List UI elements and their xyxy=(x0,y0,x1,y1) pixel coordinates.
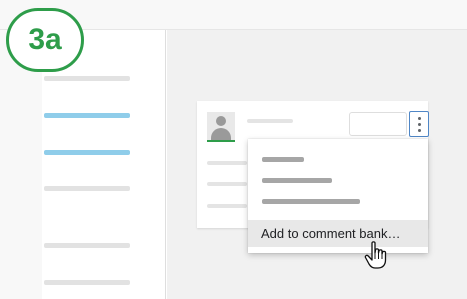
add-to-comment-bank-item[interactable]: Add to comment bank… xyxy=(248,220,428,247)
sidebar-item[interactable] xyxy=(44,76,130,81)
sidebar-item[interactable] xyxy=(44,243,130,248)
sidebar-item-active[interactable] xyxy=(44,150,130,155)
sidebar-item-active[interactable] xyxy=(44,113,130,118)
card-text-placeholder xyxy=(207,204,247,208)
student-name-placeholder xyxy=(247,119,293,123)
hand-pointer-icon xyxy=(364,241,387,269)
grade-input[interactable] xyxy=(349,112,407,136)
menu-item-placeholder[interactable] xyxy=(262,178,332,183)
sidebar-item[interactable] xyxy=(44,186,130,191)
card-text-placeholder xyxy=(207,161,247,165)
sidebar-item[interactable] xyxy=(44,280,130,285)
menu-item-placeholder[interactable] xyxy=(262,199,360,204)
more-vert-icon[interactable] xyxy=(409,111,429,137)
avatar-status-bar xyxy=(207,140,235,142)
card-text-placeholder xyxy=(207,182,247,186)
person-avatar-icon xyxy=(207,112,235,140)
menu-item-placeholder[interactable] xyxy=(262,157,304,162)
step-badge: 3a xyxy=(6,8,84,72)
context-menu: Add to comment bank… xyxy=(248,139,428,253)
